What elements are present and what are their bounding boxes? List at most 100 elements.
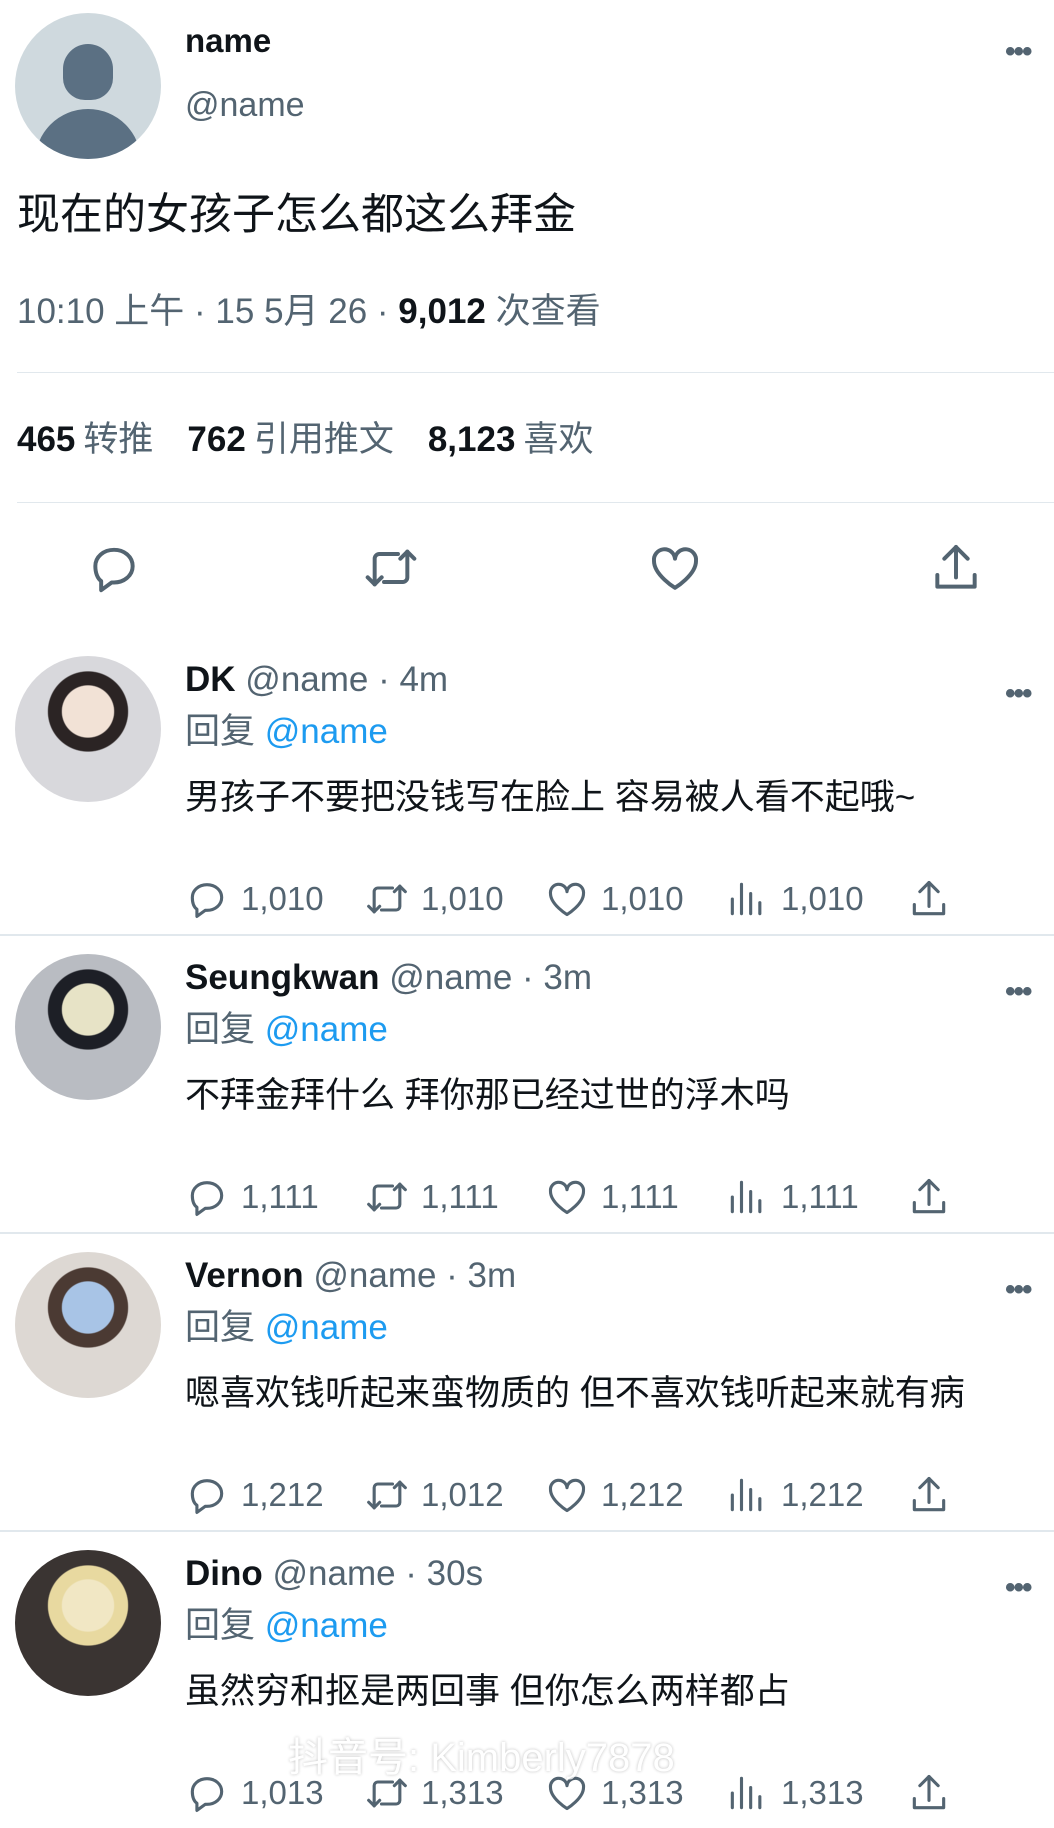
watermark-text: 抖音号: Kimberly7878 [288, 1736, 675, 1780]
reply-item[interactable]: DK @name · 4m ••• 回复 @name 男孩子不要把没钱写在脸上 容易被… [0, 636, 1054, 936]
main-more-icon[interactable]: ••• [1005, 37, 1032, 67]
views-icon [730, 1776, 762, 1810]
retweet-icon [367, 1182, 407, 1212]
divider [17, 502, 1054, 503]
reply-item[interactable]: Dino @name · 30s ••• 回复 @name 虽然穷和抠是两回事 但你怎… [0, 1530, 1054, 1828]
replying-to: 回复 @name [185, 1008, 388, 1052]
reply-action-bar: 1,212 1,012 1,212 1,212 [185, 1470, 985, 1520]
retweet-count[interactable]: 465 [17, 420, 75, 459]
reply-handle-time: @name · 4m [235, 660, 449, 699]
like-count-label[interactable]: 喜欢 [523, 420, 593, 459]
retweet-count-label[interactable]: 转推 [83, 420, 153, 459]
reply-views-count: 1,010 [781, 880, 864, 917]
share-icon [912, 1774, 946, 1810]
reply-more-icon[interactable]: ••• [1005, 977, 1032, 1007]
views-icon [730, 882, 762, 916]
like-icon[interactable] [647, 540, 703, 596]
reply-author-name[interactable]: Dino [185, 1554, 263, 1593]
reply-avatar[interactable] [15, 656, 161, 802]
retweet-icon [367, 884, 407, 914]
replying-to-label: 回复 [185, 712, 265, 751]
replying-to-label: 回复 [185, 1308, 265, 1347]
comment-icon[interactable] [86, 540, 142, 596]
quote-count[interactable]: 762 [187, 420, 245, 459]
reply-retweet-count: 1,010 [421, 880, 504, 917]
reply-header: Vernon @name · 3m [185, 1254, 516, 1298]
retweet-icon [367, 1480, 407, 1510]
reply-author-name[interactable]: DK [185, 660, 236, 699]
reply-like-count: 1,010 [601, 880, 684, 917]
retweet-icon[interactable] [363, 540, 419, 596]
reply-mention-link[interactable]: @name [265, 1606, 388, 1645]
reply-header: DK @name · 4m [185, 658, 448, 702]
comment-icon [190, 1777, 224, 1812]
comment-icon [190, 883, 224, 918]
replying-to-label: 回复 [185, 1606, 265, 1645]
reply-item[interactable]: Seungkwan @name · 3m ••• 回复 @name 不拜金拜什么 拜你… [0, 934, 1054, 1234]
share-icon[interactable] [928, 540, 984, 596]
post-timestamp: 10:10 上午 · 15 5月 26 · [17, 292, 399, 331]
reply-handle-time: @name · 3m [303, 1256, 517, 1295]
avatar-body-shape [35, 109, 141, 159]
share-icon [912, 1476, 946, 1512]
reply-header: Seungkwan @name · 3m [185, 956, 592, 1000]
reply-mention-link[interactable]: @name [265, 1308, 388, 1347]
replying-to: 回复 @name [185, 1306, 388, 1350]
reply-more-icon[interactable]: ••• [1005, 679, 1032, 709]
like-icon [548, 1478, 586, 1513]
share-icon [912, 1178, 946, 1214]
replying-to: 回复 @name [185, 710, 388, 754]
main-action-bar [0, 540, 1054, 600]
reply-handle-time: @name · 30s [262, 1554, 484, 1593]
reply-author-name[interactable]: Seungkwan [185, 958, 379, 997]
comment-icon [190, 1181, 224, 1216]
reply-mention-link[interactable]: @name [265, 1010, 388, 1049]
reply-views-count: 1,212 [781, 1476, 864, 1513]
replying-to: 回复 @name [185, 1604, 388, 1648]
view-count-label: 次查看 [485, 292, 601, 331]
reply-text: 虽然穷和抠是两回事 但你怎么两样都占 [185, 1672, 790, 1711]
reply-text: 不拜金拜什么 拜你那已经过世的浮木吗 [185, 1076, 790, 1115]
reply-text: 男孩子不要把没钱写在脸上 容易被人看不起哦~ [185, 778, 916, 817]
main-post: name @name ••• 现在的女孩子怎么都这么拜金 10:10 上午 · … [0, 0, 1054, 636]
replying-to-label: 回复 [185, 1010, 265, 1049]
reply-more-icon[interactable]: ••• [1005, 1275, 1032, 1305]
main-post-text: 现在的女孩子怎么都这么拜金 [17, 191, 576, 239]
engagement-stats: 465 转推 762 引用推文 8,123 喜欢 [17, 418, 627, 462]
reply-more-icon[interactable]: ••• [1005, 1573, 1032, 1603]
reply-retweet-count: 1,012 [421, 1476, 504, 1513]
divider [17, 372, 1054, 373]
like-count[interactable]: 8,123 [428, 420, 516, 459]
reply-views-count: 1,313 [781, 1774, 864, 1811]
reply-avatar[interactable] [15, 954, 161, 1100]
quote-count-label[interactable]: 引用推文 [254, 420, 394, 459]
reply-like-count: 1,212 [601, 1476, 684, 1513]
view-count: 9,012 [398, 292, 486, 331]
reply-comment-count: 1,010 [241, 880, 324, 917]
share-icon [912, 880, 946, 916]
reply-avatar[interactable] [15, 1252, 161, 1398]
reply-header: Dino @name · 30s [185, 1552, 483, 1596]
views-icon [730, 1478, 762, 1512]
reply-comment-count: 1,212 [241, 1476, 324, 1513]
reply-item[interactable]: Vernon @name · 3m ••• 回复 @name 嗯喜欢钱听起来蛮物质的 … [0, 1232, 1054, 1532]
avatar-head-shape [63, 44, 113, 100]
reply-author-name[interactable]: Vernon [185, 1256, 304, 1295]
post-meta: 10:10 上午 · 15 5月 26 · 9,012 次查看 [17, 290, 601, 334]
main-author-name[interactable]: name [185, 20, 271, 62]
reply-mention-link[interactable]: @name [265, 712, 388, 751]
main-author-handle[interactable]: @name [185, 84, 305, 126]
like-icon [548, 1180, 586, 1215]
main-avatar[interactable] [15, 13, 161, 159]
reply-views-count: 1,111 [781, 1178, 859, 1215]
reply-handle-time: @name · 3m [379, 958, 593, 997]
reply-avatar[interactable] [15, 1550, 161, 1696]
reply-retweet-count: 1,111 [421, 1178, 499, 1215]
comment-icon [190, 1479, 224, 1514]
like-icon [548, 882, 586, 917]
views-icon [730, 1180, 762, 1214]
reply-like-count: 1,111 [601, 1178, 679, 1215]
reply-text: 嗯喜欢钱听起来蛮物质的 但不喜欢钱听起来就有病 [185, 1374, 965, 1413]
reply-comment-count: 1,111 [241, 1178, 319, 1215]
reply-action-bar: 1,010 1,010 1,010 1,010 [185, 874, 985, 924]
